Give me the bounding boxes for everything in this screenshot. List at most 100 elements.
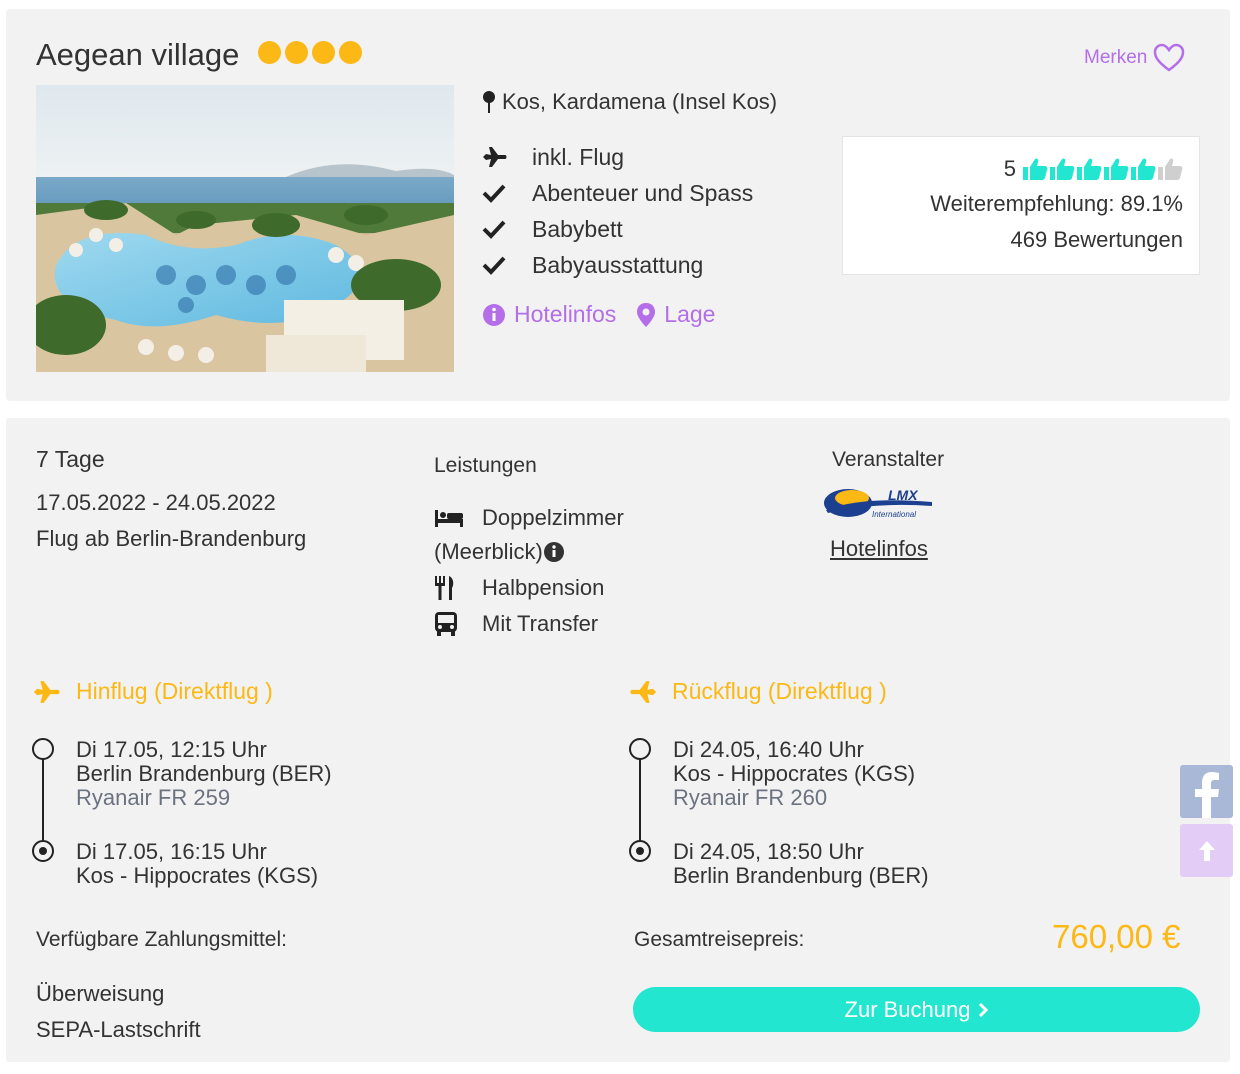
utensils-icon <box>434 570 482 606</box>
room-info-icon[interactable] <box>543 534 565 570</box>
hotel-stars <box>258 41 362 64</box>
feature-label: inkl. Flug <box>532 143 625 170</box>
merken-button[interactable]: Merken <box>1084 43 1185 73</box>
leistung-label: Doppelzimmer <box>482 505 624 530</box>
bus-icon <box>434 606 482 642</box>
review-count[interactable]: 469 Bewertungen <box>843 227 1183 253</box>
hotel-card: Aegean village Merken Kos, Kardamena (In… <box>6 9 1230 401</box>
rating-score-row: 5 <box>843 153 1183 185</box>
total-label: Gesamtreisepreis: <box>634 928 805 951</box>
plane-icon <box>482 146 532 168</box>
rueckflug-arr-airport: Berlin Brandenburg (BER) <box>673 863 929 888</box>
scroll-top-button[interactable] <box>1180 824 1233 877</box>
rueckflug-title: Rückflug (Direktflug ) <box>672 678 887 704</box>
rueckflug-arr-time: Di 24.05, 18:50 Uhr <box>673 839 864 864</box>
rueckflug-departure: Di 24.05, 16:40 Uhr Kos - Hippocrates (K… <box>673 738 915 810</box>
total-price: 760,00 € <box>1052 918 1181 955</box>
facebook-icon <box>1194 772 1219 818</box>
payment-methods: Überweisung SEPA-Lastschrift <box>36 976 201 1048</box>
hinflug-carrier: Ryanair FR 259 <box>76 785 231 810</box>
hotelinfos-link[interactable]: Hotelinfos <box>482 301 616 328</box>
trip-duration: 7 Tage <box>36 446 105 472</box>
payment-method: SEPA-Lastschrift <box>36 1017 201 1042</box>
plane-return-icon <box>630 680 657 703</box>
leistung-label: Mit Transfer <box>482 611 599 636</box>
leistung-label: Halbpension <box>482 575 605 600</box>
rueckflug-dep-airport: Kos - Hippocrates (KGS) <box>673 761 916 786</box>
feature-item: Babybett <box>482 211 753 247</box>
rating-box: 5 Weiterempfehlung: 89.1% 469 Bewertunge… <box>842 136 1200 275</box>
hinflug-timeline <box>32 738 56 868</box>
check-icon <box>482 183 532 203</box>
hinflug-departure: Di 17.05, 12:15 Uhr Berlin Brandenburg (… <box>76 738 332 810</box>
star-icon <box>285 41 308 64</box>
lage-label: Lage <box>664 301 716 327</box>
hotel-photo[interactable] <box>36 85 454 372</box>
hinflug-arr-airport: Kos - Hippocrates (KGS) <box>76 863 319 888</box>
bed-icon <box>434 500 482 536</box>
pin-icon <box>483 91 495 113</box>
leistung-extra-row: (Meerblick) <box>434 534 694 570</box>
recommendation-rate: Weiterempfehlung: 89.1% <box>930 191 1183 216</box>
rueckflug-timeline <box>629 738 653 868</box>
star-icon <box>339 41 362 64</box>
lage-link[interactable]: Lage <box>636 301 715 328</box>
leistung-extra: (Meerblick) <box>434 539 543 564</box>
departure-marker <box>32 738 54 760</box>
hinflug-header: Hinflug (Direktflug ) <box>32 678 273 705</box>
payment-title: Verfügbare Zahlungsmittel: <box>36 928 287 951</box>
lmx-logo-subtext: International <box>872 510 916 519</box>
booking-button-label: Zur Buchung <box>844 996 971 1022</box>
rueckflug-carrier: Ryanair FR 260 <box>673 785 828 810</box>
rating-thumbs <box>1022 157 1183 181</box>
thumbs-up-icon <box>1077 158 1102 180</box>
hotel-links: Hotelinfos Lage <box>482 301 715 328</box>
veranstalter-hotelinfos-link[interactable]: Hotelinfos <box>830 536 928 562</box>
thumbs-up-icon <box>1023 158 1048 180</box>
rating-score: 5 <box>1003 156 1016 181</box>
hinflug-title: Hinflug (Direktflug ) <box>76 678 273 704</box>
rueckflug-header: Rückflug (Direktflug ) <box>628 678 887 705</box>
leistung-item: Halbpension <box>434 570 694 606</box>
feature-item: Abenteuer und Spass <box>482 175 753 211</box>
feature-item: inkl. Flug <box>482 139 753 175</box>
hotel-photo-image <box>36 85 454 372</box>
hotelinfos-label: Hotelinfos <box>514 301 617 327</box>
rueckflug-dep-time: Di 24.05, 16:40 Uhr <box>673 737 864 762</box>
hotel-name[interactable]: Aegean village <box>36 37 239 73</box>
chevron-right-icon <box>979 1002 989 1017</box>
info-icon <box>483 303 505 326</box>
thumbs-up-icon <box>1050 158 1075 180</box>
thumbs-up-icon <box>1158 158 1183 180</box>
payment-method: Überweisung <box>36 981 165 1006</box>
plane-icon <box>33 680 60 703</box>
star-icon <box>312 41 335 64</box>
hinflug-arr-time: Di 17.05, 16:15 Uhr <box>76 839 267 864</box>
veranstalter-title: Veranstalter <box>832 448 945 471</box>
check-icon <box>482 255 532 275</box>
feature-label: Babybett <box>532 215 623 242</box>
booking-button[interactable]: Zur Buchung <box>633 987 1200 1032</box>
star-icon <box>258 41 281 64</box>
arrival-marker <box>32 840 54 862</box>
hinflug-dep-time: Di 17.05, 12:15 Uhr <box>76 737 267 762</box>
departure-marker <box>629 738 651 760</box>
lmx-logo-text: LMX <box>888 487 919 503</box>
arrival-marker <box>629 840 651 862</box>
feature-item: Babyausstattung <box>482 247 753 283</box>
facebook-share-button[interactable] <box>1180 765 1233 818</box>
leistung-item: Mit Transfer <box>434 606 694 642</box>
feature-label: Abenteuer und Spass <box>532 179 754 206</box>
leistung-item: Doppelzimmer <box>434 500 694 536</box>
location-text: Kos, Kardamena (Insel Kos) <box>502 89 778 114</box>
thumbs-up-icon <box>1131 158 1156 180</box>
merken-label: Merken <box>1084 47 1148 68</box>
map-marker-icon <box>637 302 656 327</box>
hinflug-arrival: Di 17.05, 16:15 Uhr Kos - Hippocrates (K… <box>76 840 318 888</box>
leistungen-list: Doppelzimmer (Meerblick) Halbpension Mit… <box>434 500 694 642</box>
check-icon <box>482 219 532 239</box>
heart-icon <box>1154 43 1185 72</box>
trip-departure: Flug ab Berlin-Brandenburg <box>36 526 307 551</box>
feature-list: inkl. Flug Abenteuer und Spass Babybett … <box>482 139 753 283</box>
arrow-up-icon <box>1198 840 1215 861</box>
